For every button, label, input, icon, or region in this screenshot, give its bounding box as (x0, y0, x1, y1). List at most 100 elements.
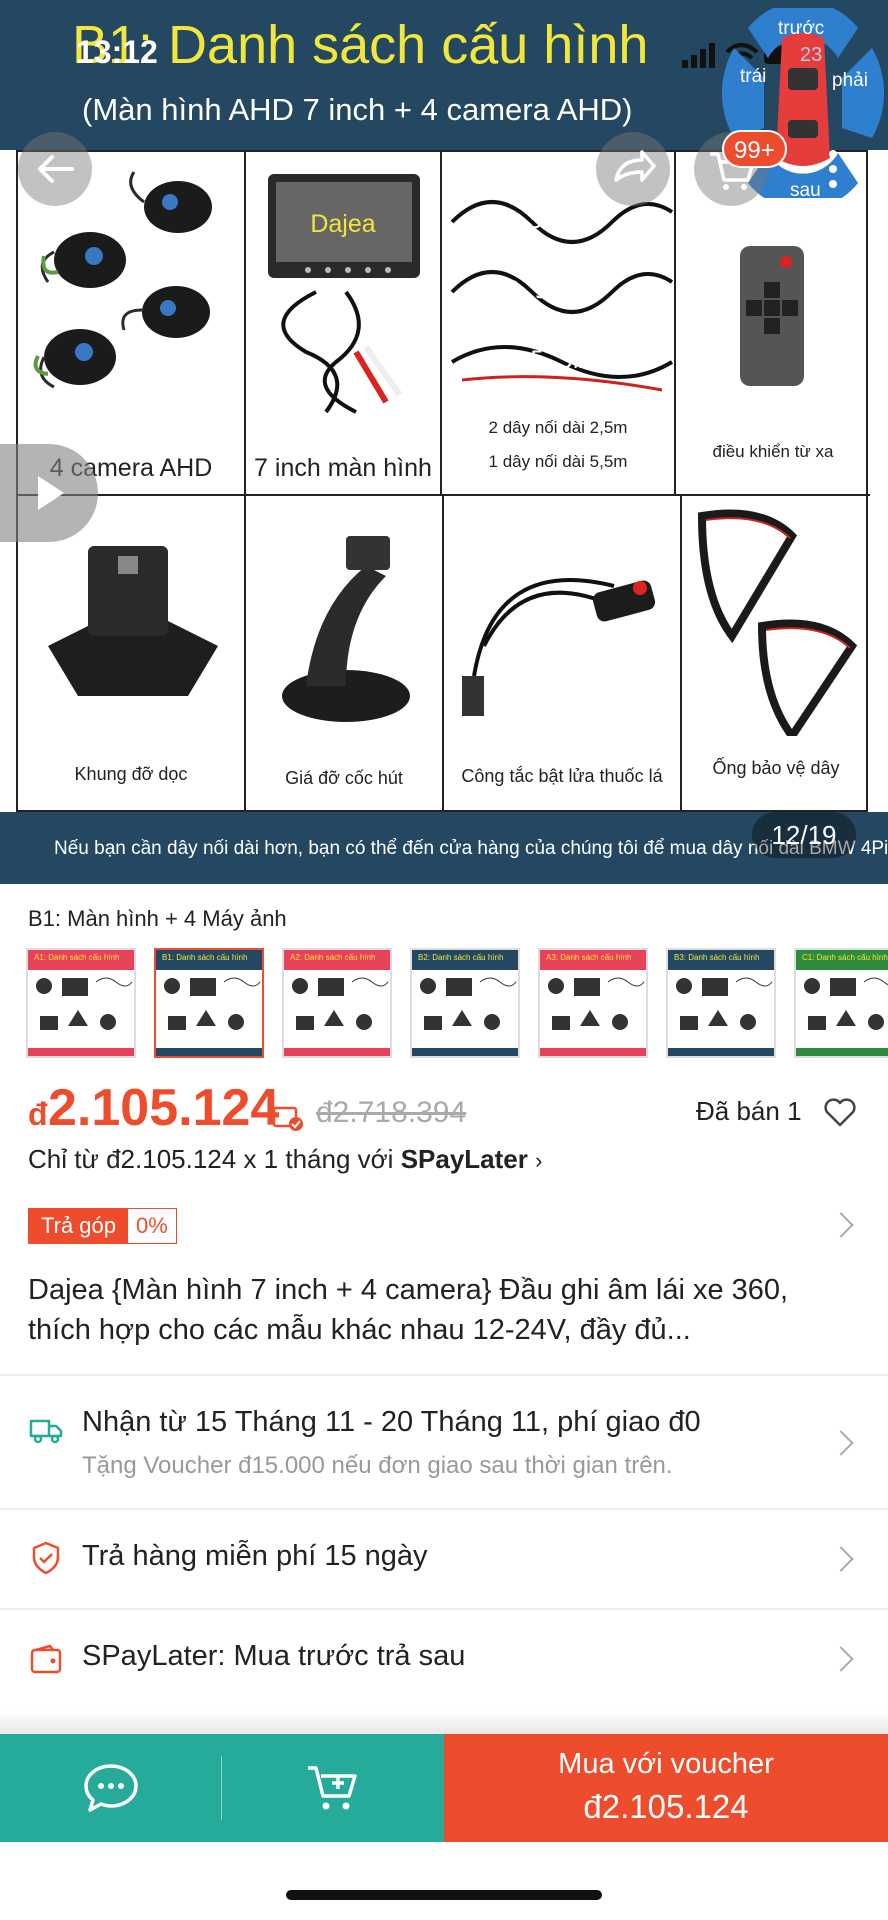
chevron-right-icon: › (535, 1148, 543, 1173)
thumb-title: A3: Danh sách cấu hình (546, 953, 632, 962)
cart-badge: 99+ (722, 130, 787, 168)
image-title: B1: Danh sách cấu hình (72, 15, 649, 75)
product-title: Dajea {Màn hình 7 inch + 4 camera} Đầu g… (28, 1274, 789, 1346)
cell-bracket: Khung đỡ dọc (18, 496, 246, 814)
cable-tag: 2.5m (506, 276, 564, 304)
return-policy-label: Trả hàng miễn phí 15 ngày (82, 1540, 428, 1572)
suction-mount-illustration (282, 536, 410, 722)
chevron-right-icon (828, 1646, 854, 1672)
arrow-left-icon (38, 155, 74, 183)
thumb-title: B2: Danh sách cấu hình (418, 953, 504, 962)
variant-thumb[interactable]: A1: Danh sách cấu hình (26, 948, 136, 1058)
cell-wire-protector: Ống bảo vệ dây (682, 496, 870, 814)
thumb-foot (540, 1048, 646, 1056)
spaylater-label: SPayLater: Mua trước trả sau (82, 1640, 466, 1672)
shipping-row[interactable]: Nhận từ 15 Tháng 11 - 20 Tháng 11, phí g… (0, 1376, 888, 1506)
variant-thumb[interactable]: A3: Danh sách cấu hình (538, 948, 648, 1058)
home-indicator (286, 1890, 602, 1900)
wallet-icon (30, 1644, 62, 1674)
car-widget-front: trước (778, 18, 825, 39)
more-button[interactable] (796, 132, 870, 206)
buy-button-label: Mua với voucher (558, 1748, 774, 1780)
installment-label: Trả góp (29, 1209, 129, 1243)
wire-protector-illustration (697, 509, 858, 743)
variant-thumb[interactable]: B2: Danh sách cấu hình (410, 948, 520, 1058)
play-icon (38, 476, 64, 510)
variant-thumbnails: A1: Danh sách cấu hình B1: Danh sách cấu… (26, 948, 888, 1060)
monitor-brand: Dajea (310, 210, 376, 238)
installment-rate: 0% (136, 1213, 168, 1238)
add-cart-icon (308, 1766, 357, 1810)
car-widget-number: 23 (800, 44, 823, 66)
cell-label: Giá đỡ cốc hút (285, 768, 403, 788)
cell-label: Khung đỡ dọc (74, 764, 188, 784)
paylater-brand: SPayLater (400, 1144, 528, 1174)
image-footer-note-text: Nếu bạn cần dây nối dài hơn, bạn có thể … (54, 838, 804, 859)
section-shade (0, 1710, 888, 1734)
thumb-foot (284, 1048, 390, 1056)
cell-label: 1 dây nối dài 5,5m (488, 452, 628, 471)
price-currency: đ (28, 1096, 48, 1132)
thumb-title: B1: Danh sách cấu hình (162, 953, 248, 962)
truck-icon (29, 1419, 63, 1444)
shipping-main: Nhận từ 15 Tháng 11 - 20 Tháng 11, phí g… (82, 1406, 701, 1438)
price-current: 2.105.124 (48, 1079, 280, 1137)
cable-tag: 5.5m (530, 346, 588, 374)
cell-label: 7 inch màn hình (254, 454, 432, 482)
thumb-image (804, 977, 888, 1030)
thumb-title: A1: Danh sách cấu hình (34, 953, 120, 962)
config-grid: 4 camera AHD Dajea 7 inch màn hình 2.5m … (16, 150, 870, 814)
thumb-image (292, 977, 389, 1030)
thumb-image (36, 977, 133, 1030)
shipping-sub: Tặng Voucher đ15.000 nếu đơn giao sau th… (82, 1452, 673, 1479)
cell-label: điều khiển từ xa (712, 442, 834, 461)
thumb-foot (28, 1048, 134, 1056)
thumb-title: B3: Danh sách cấu hình (674, 953, 760, 962)
car-widget-right: phải (832, 70, 868, 91)
cell-monitor: Dajea 7 inch màn hình (246, 152, 442, 496)
chat-icon (84, 1764, 138, 1812)
variant-label: B1: Màn hình + 4 Máy ảnh (28, 906, 287, 931)
voucher-icon (272, 1106, 303, 1131)
product-page: B1: Danh sách cấu hình (Màn hình AHD 7 i… (0, 0, 888, 1920)
buy-with-voucher-button[interactable]: Mua với voucher đ2.105.124 (444, 1734, 888, 1842)
thumb-foot (156, 1048, 262, 1056)
back-button[interactable] (18, 132, 92, 206)
thumb-image (676, 977, 773, 1030)
thumb-image (548, 977, 645, 1030)
buy-button-price: đ2.105.124 (583, 1788, 749, 1825)
cable-tag: 2.5m (500, 206, 558, 234)
installment-badge: Trả góp 0% (28, 1208, 177, 1244)
heart-icon[interactable] (822, 1094, 858, 1130)
shield-check-icon (32, 1541, 60, 1575)
more-vertical-icon (829, 150, 837, 188)
car-widget-left: trái (740, 66, 767, 87)
chevron-right-icon (828, 1546, 854, 1572)
sold-count: Đã bán 1 (696, 1096, 802, 1126)
chevron-right-icon[interactable] (828, 1212, 854, 1238)
add-to-cart-button[interactable] (222, 1734, 444, 1842)
share-button[interactable] (596, 132, 670, 206)
chevron-right-icon (828, 1430, 854, 1456)
bottom-action-bar: Mua với voucher đ2.105.124 (0, 1734, 888, 1842)
thumb-image (164, 977, 261, 1030)
spaylater-row[interactable]: SPayLater: Mua trước trả sau (0, 1610, 888, 1708)
variant-thumb[interactable]: B3: Danh sách cấu hình (666, 948, 776, 1058)
status-time: 13:12 (76, 34, 158, 70)
chat-button[interactable] (0, 1734, 222, 1842)
price-original: đ2.718.394 (316, 1096, 467, 1129)
thumb-foot (668, 1048, 774, 1056)
cigarette-plug-illustration (462, 578, 656, 716)
thumb-foot (796, 1048, 888, 1056)
paylater-price-line[interactable]: Chỉ từ đ2.105.124 x 1 tháng với SPayLate… (28, 1144, 542, 1175)
thumb-title: C1: Danh sách cấu hình (802, 953, 888, 962)
thumb-image (420, 977, 517, 1030)
thumb-foot (412, 1048, 518, 1056)
return-policy-row[interactable]: Trả hàng miễn phí 15 ngày (0, 1510, 888, 1608)
variant-thumb[interactable]: A2: Danh sách cấu hình (282, 948, 392, 1058)
variant-thumb-selected[interactable]: B1: Danh sách cấu hình (154, 948, 264, 1058)
paylater-prefix: Chỉ từ đ2.105.124 x 1 tháng với (28, 1144, 401, 1174)
variant-thumb[interactable]: C1: Danh sách cấu hình (794, 948, 888, 1058)
video-play-button[interactable] (0, 444, 98, 542)
cell-cigarette-switch: Công tắc bật lửa thuốc lá (444, 496, 682, 814)
